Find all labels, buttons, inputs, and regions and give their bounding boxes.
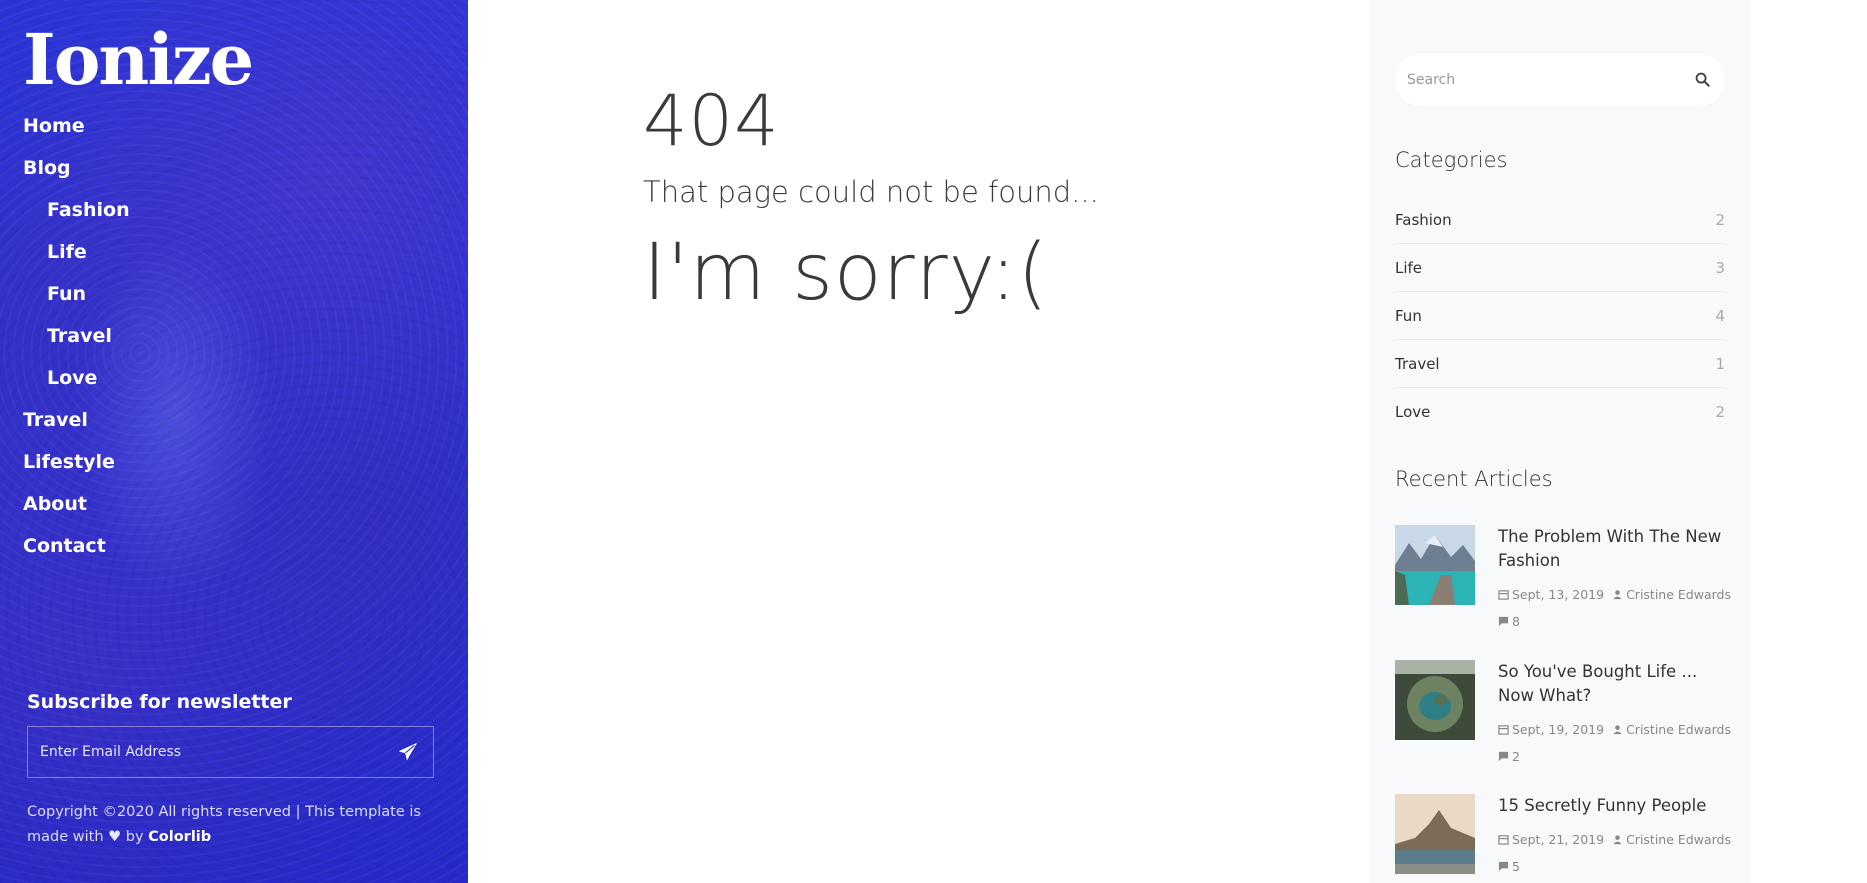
email-input[interactable] xyxy=(40,744,370,760)
category-name: Love xyxy=(1395,403,1431,421)
category-name: Life xyxy=(1395,258,1423,277)
error-apology: I'm sorry:( xyxy=(643,228,1049,318)
article-thumbnail[interactable] xyxy=(1395,525,1475,605)
comment-count: 2 xyxy=(1512,749,1520,764)
nav-subitem-fashion[interactable]: Fashion xyxy=(23,194,323,236)
recent-article: So You've Bought Life ... Now What? Sept… xyxy=(1395,660,1731,780)
user-icon xyxy=(1612,724,1624,736)
site-logo[interactable]: Ionize xyxy=(23,20,254,100)
calendar-icon xyxy=(1498,834,1510,846)
category-item-fun[interactable]: Fun 4 xyxy=(1395,292,1725,340)
article-comments: 2 xyxy=(1498,749,1520,764)
comment-icon xyxy=(1498,616,1510,628)
nav-item-about[interactable]: About xyxy=(23,488,323,530)
send-icon[interactable] xyxy=(395,739,421,765)
article-author[interactable]: Cristine Edwards xyxy=(1626,832,1731,847)
copyright-by: by xyxy=(125,829,144,845)
copyright-prefix: Copyright ©2020 All rights reserved | Th… xyxy=(27,804,421,845)
article-date: Sept, 21, 2019 xyxy=(1512,832,1605,847)
error-code: 404 xyxy=(643,80,780,162)
comment-icon xyxy=(1498,751,1510,763)
main-navigation: Home Blog Fashion Life Fun Travel Love T… xyxy=(23,110,323,572)
search-box xyxy=(1395,53,1725,106)
categories-title: Categories xyxy=(1395,148,1508,172)
nav-subitem-love[interactable]: Love xyxy=(23,362,323,404)
nav-item-travel[interactable]: Travel xyxy=(23,404,323,446)
nav-item-lifestyle[interactable]: Lifestyle xyxy=(23,446,323,488)
article-author[interactable]: Cristine Edwards xyxy=(1626,587,1731,602)
calendar-icon xyxy=(1498,724,1510,736)
category-count: 1 xyxy=(1715,354,1725,373)
nav-subitem-life[interactable]: Life xyxy=(23,236,323,278)
nav-item-blog[interactable]: Blog xyxy=(23,152,323,194)
nav-item-contact[interactable]: Contact xyxy=(23,530,323,572)
article-comments: 8 xyxy=(1498,614,1520,629)
article-title[interactable]: The Problem With The New Fashion xyxy=(1498,525,1725,573)
category-item-life[interactable]: Life 3 xyxy=(1395,244,1725,292)
newsletter-title: Subscribe for newsletter xyxy=(27,691,292,713)
article-meta: Sept, 19, 2019 Cristine Edwards xyxy=(1498,722,1731,737)
category-count: 4 xyxy=(1715,306,1725,325)
article-meta: Sept, 21, 2019 Cristine Edwards xyxy=(1498,832,1731,847)
right-sidebar: Categories Fashion 2 Life 3 Fun 4 Travel… xyxy=(1370,0,1750,883)
left-sidebar: Ionize Home Blog Fashion Life Fun Travel… xyxy=(0,0,468,883)
recent-article: The Problem With The New Fashion Sept, 1… xyxy=(1395,525,1731,645)
category-item-love[interactable]: Love 2 xyxy=(1395,388,1725,436)
search-icon[interactable] xyxy=(1693,71,1711,89)
nav-subitem-travel[interactable]: Travel xyxy=(23,320,323,362)
category-item-travel[interactable]: Travel 1 xyxy=(1395,340,1725,388)
colorlib-link[interactable]: Colorlib xyxy=(148,829,211,845)
category-count: 2 xyxy=(1715,403,1725,421)
comment-count: 8 xyxy=(1512,614,1520,629)
comment-icon xyxy=(1498,861,1510,873)
article-author[interactable]: Cristine Edwards xyxy=(1626,722,1731,737)
user-icon xyxy=(1612,834,1624,846)
category-count: 3 xyxy=(1715,258,1725,277)
error-message: That page could not be found... xyxy=(643,175,1099,209)
article-title[interactable]: 15 Secretly Funny People xyxy=(1498,794,1725,818)
nav-item-home[interactable]: Home xyxy=(23,110,323,152)
article-meta: Sept, 13, 2019 Cristine Edwards xyxy=(1498,587,1731,602)
search-input[interactable] xyxy=(1407,71,1667,88)
category-count: 2 xyxy=(1715,210,1725,229)
article-title[interactable]: So You've Bought Life ... Now What? xyxy=(1498,660,1725,708)
email-field-container xyxy=(27,726,434,778)
newsletter-form: Subscribe for newsletter xyxy=(27,688,434,778)
category-name: Fashion xyxy=(1395,210,1452,229)
article-thumbnail[interactable] xyxy=(1395,794,1475,874)
article-date: Sept, 13, 2019 xyxy=(1512,587,1605,602)
recent-articles-title: Recent Articles xyxy=(1395,467,1553,491)
copyright-text: Copyright ©2020 All rights reserved | Th… xyxy=(27,800,427,850)
article-thumbnail[interactable] xyxy=(1395,660,1475,740)
category-name: Travel xyxy=(1395,354,1440,373)
main-content: 404 That page could not be found... I'm … xyxy=(468,0,1370,883)
user-icon xyxy=(1612,589,1624,601)
category-name: Fun xyxy=(1395,306,1422,325)
heart-icon: ♥ xyxy=(108,829,122,845)
nav-subitem-fun[interactable]: Fun xyxy=(23,278,323,320)
article-date: Sept, 19, 2019 xyxy=(1512,722,1605,737)
category-item-fashion[interactable]: Fashion 2 xyxy=(1395,196,1725,244)
comment-count: 5 xyxy=(1512,859,1520,874)
recent-article: 15 Secretly Funny People Sept, 21, 2019 … xyxy=(1395,794,1731,883)
article-comments: 5 xyxy=(1498,859,1520,874)
calendar-icon xyxy=(1498,589,1510,601)
category-list: Fashion 2 Life 3 Fun 4 Travel 1 Love 2 xyxy=(1395,196,1725,436)
